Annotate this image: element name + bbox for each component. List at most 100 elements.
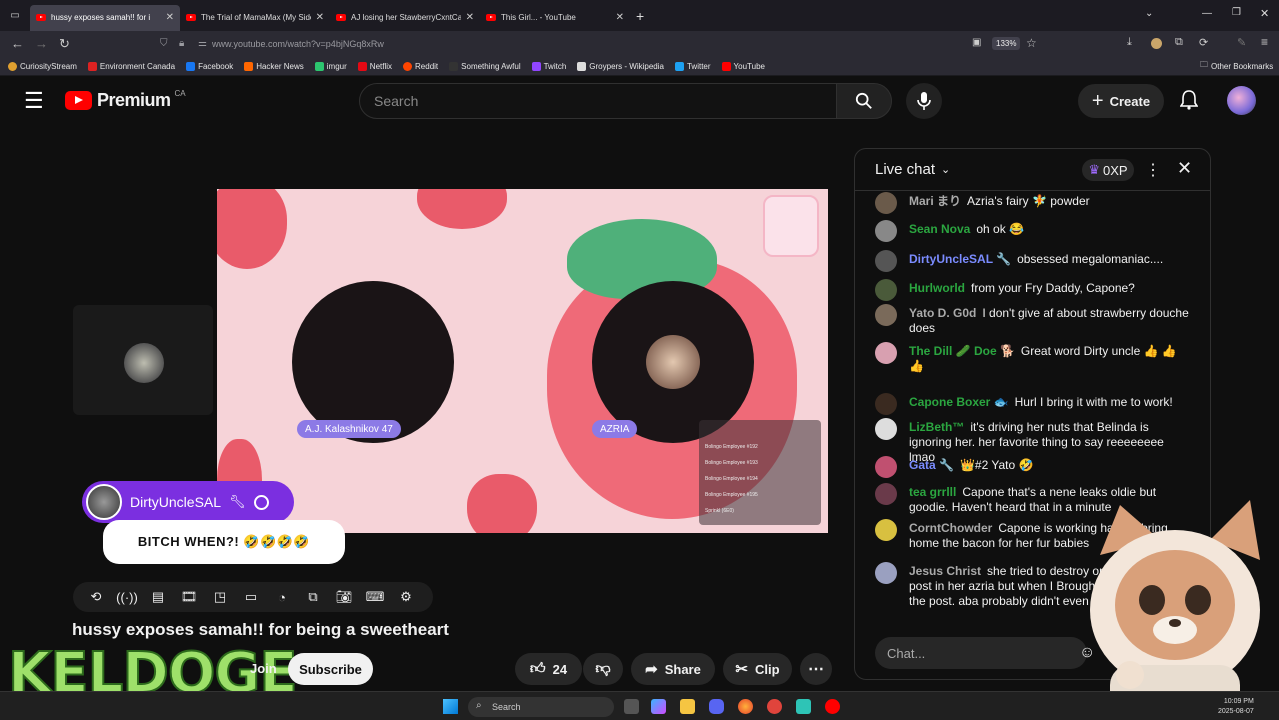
bookmark-reddit[interactable]: Reddit (403, 61, 438, 71)
forward-icon[interactable]: → (35, 36, 48, 51)
create-button[interactable]: + Create (1078, 84, 1164, 118)
subscribe-button[interactable]: Subscribe (288, 653, 373, 685)
extension-icon[interactable]: ✎ (1237, 36, 1246, 49)
join-button[interactable]: Join (250, 661, 277, 676)
chat-author-avatar[interactable] (875, 342, 897, 364)
bookmark-star-icon[interactable]: ☆ (1026, 36, 1037, 50)
browser-tab[interactable]: AJ losing her StawberryCxntCa ✕ (330, 5, 480, 31)
chat-author-name[interactable]: Hurlworld (909, 281, 965, 295)
close-chat-icon[interactable]: ✕ (1177, 158, 1192, 179)
browser-tab[interactable]: This Girl... - YouTube ✕ (480, 5, 630, 31)
close-tab-icon[interactable]: ✕ (616, 12, 624, 23)
discord-icon[interactable] (709, 699, 724, 714)
audio-icon[interactable]: ((·)) (114, 586, 140, 608)
browser-tab-active[interactable]: hussy exposes samah!! for i ✕ (30, 4, 180, 31)
zoom-level[interactable]: 133% (992, 37, 1021, 50)
chat-author-name[interactable]: The Dill 🥒 Doe 🐕 (909, 344, 1015, 358)
theater-icon[interactable]: ▭ (238, 586, 264, 608)
chat-author-avatar[interactable] (875, 279, 897, 301)
chat-author-avatar[interactable] (875, 393, 897, 415)
chat-author-avatar[interactable] (875, 519, 897, 541)
chat-author-name[interactable]: Capone Boxer 🐟 (909, 395, 1009, 409)
more-vert-icon[interactable]: ⋮ (1145, 160, 1161, 180)
close-tab-icon[interactable]: ✕ (166, 12, 174, 23)
more-actions-button[interactable]: ⋯ (800, 653, 832, 685)
url-field[interactable]: ⛉ 🔒︎ ⚌ www.youtube.com/watch?v=p4bjNGq8x… (152, 33, 1037, 55)
task-view-icon[interactable] (624, 699, 639, 714)
system-clock[interactable]: 10:09 PM 2025-08-07 (1218, 697, 1254, 717)
app-icon[interactable] (767, 699, 782, 714)
chat-mode-selector[interactable]: Live chat ⌄ (875, 161, 950, 178)
notifications-bell-icon[interactable] (1179, 90, 1199, 115)
playlist-icon[interactable]: ▤ (145, 586, 171, 608)
tab-dropdown-icon[interactable]: ⌄ (1145, 8, 1153, 19)
account-icon[interactable] (1151, 38, 1162, 49)
tab-list-icon[interactable]: ▭ (0, 10, 30, 21)
bookmark-facebook[interactable]: Facebook (186, 61, 233, 71)
close-tab-icon[interactable]: ✕ (466, 12, 474, 23)
bookmark-twitch[interactable]: Twitch (531, 61, 566, 71)
bookmark-youtube[interactable]: YouTube (721, 61, 765, 71)
close-tab-icon[interactable]: ✕ (316, 12, 324, 23)
chat-author-avatar[interactable] (875, 220, 897, 242)
hamburger-menu-icon[interactable]: ☰ (24, 88, 44, 114)
chat-author-avatar[interactable] (875, 418, 897, 440)
chat-author-avatar[interactable] (875, 304, 897, 326)
youtube-app-icon[interactable] (825, 699, 840, 714)
minimize-icon[interactable]: — (1202, 8, 1212, 19)
close-window-icon[interactable]: ✕ (1260, 7, 1269, 20)
screenshot-icon[interactable]: 📷︎ (331, 586, 357, 608)
bookmark-environment-canada[interactable]: Environment Canada (87, 61, 175, 71)
new-tab-icon[interactable]: + (636, 8, 644, 24)
browser-tab[interactable]: The Trial of MamaMax (My Side ✕ (180, 5, 330, 31)
copilot-icon[interactable] (651, 699, 666, 714)
search-input[interactable]: Search (359, 83, 837, 119)
bookmark-hacker-news[interactable]: Hacker News (244, 61, 304, 71)
downloads-icon[interactable]: ⤓ (1127, 36, 1132, 49)
settings-gear-icon[interactable]: ⚙ (393, 586, 419, 608)
bookmark-netflix[interactable]: Netflix (357, 61, 392, 71)
channel-points-button[interactable]: ♛ 0XP (1082, 159, 1134, 181)
search-button[interactable] (836, 83, 892, 119)
chat-author-name[interactable]: CorntChowder (909, 521, 992, 535)
chat-author-avatar[interactable] (875, 192, 897, 214)
file-explorer-icon[interactable] (680, 699, 695, 714)
back-icon[interactable]: ← (11, 36, 24, 51)
chat-author-avatar[interactable] (875, 456, 897, 478)
chat-author-name[interactable]: Yato D. G0d (909, 306, 976, 320)
taskbar-search[interactable]: ⌕ Search (468, 697, 614, 717)
youtube-premium-logo[interactable]: Premium CA (65, 89, 186, 111)
bookmark-imgur[interactable]: imgur (314, 61, 347, 71)
loop-icon[interactable]: ⟲ (83, 586, 109, 608)
cinema-icon[interactable]: 🎞︎ (176, 586, 202, 608)
bookmark-wikipedia[interactable]: Groypers - Wikipedia (577, 61, 664, 71)
bookmark-twitter[interactable]: Twitter (674, 61, 711, 71)
chat-author-name[interactable]: Jesus Christ (909, 564, 981, 578)
chat-author-name[interactable]: Gata 🔧 (909, 458, 954, 472)
chat-author-avatar[interactable] (875, 562, 897, 584)
user-avatar[interactable] (1227, 86, 1256, 115)
app-icon[interactable] (796, 699, 811, 714)
speed-icon[interactable]: ◔ (269, 586, 295, 608)
chat-author-avatar[interactable] (875, 483, 897, 505)
bookmark-curiositystream[interactable]: CuriosityStream (8, 61, 77, 71)
reader-view-icon[interactable]: ▣ (972, 37, 981, 48)
reload-icon[interactable]: ↻ (59, 36, 70, 52)
windows-start-icon[interactable] (443, 699, 458, 714)
chat-author-name[interactable]: Mari まり (909, 194, 961, 208)
other-bookmarks[interactable]: 🗀 Other Bookmarks (1200, 59, 1273, 73)
chat-author-name[interactable]: DirtyUncleSAL 🔧 (909, 252, 1011, 266)
chat-author-name[interactable]: Sean Nova (909, 222, 970, 236)
menu-icon[interactable]: ≡ (1261, 35, 1268, 49)
chat-author-avatar[interactable] (875, 250, 897, 272)
sync-icon[interactable]: ⟳ (1199, 36, 1208, 49)
firefox-icon[interactable] (738, 699, 753, 714)
maximize-icon[interactable]: ❐ (1232, 7, 1241, 18)
chat-input[interactable]: Chat... (875, 637, 1087, 669)
dislike-button[interactable]: 👎︎ (583, 653, 623, 685)
chat-author-name[interactable]: LizBeth™ (909, 420, 964, 434)
picture-in-picture-icon[interactable]: ⧉ (300, 586, 326, 608)
like-button[interactable]: 👍︎ 24 (515, 653, 582, 685)
keyboard-icon[interactable]: ⌨ (362, 586, 388, 608)
extensions-icon[interactable]: ⧉ (1175, 36, 1183, 49)
